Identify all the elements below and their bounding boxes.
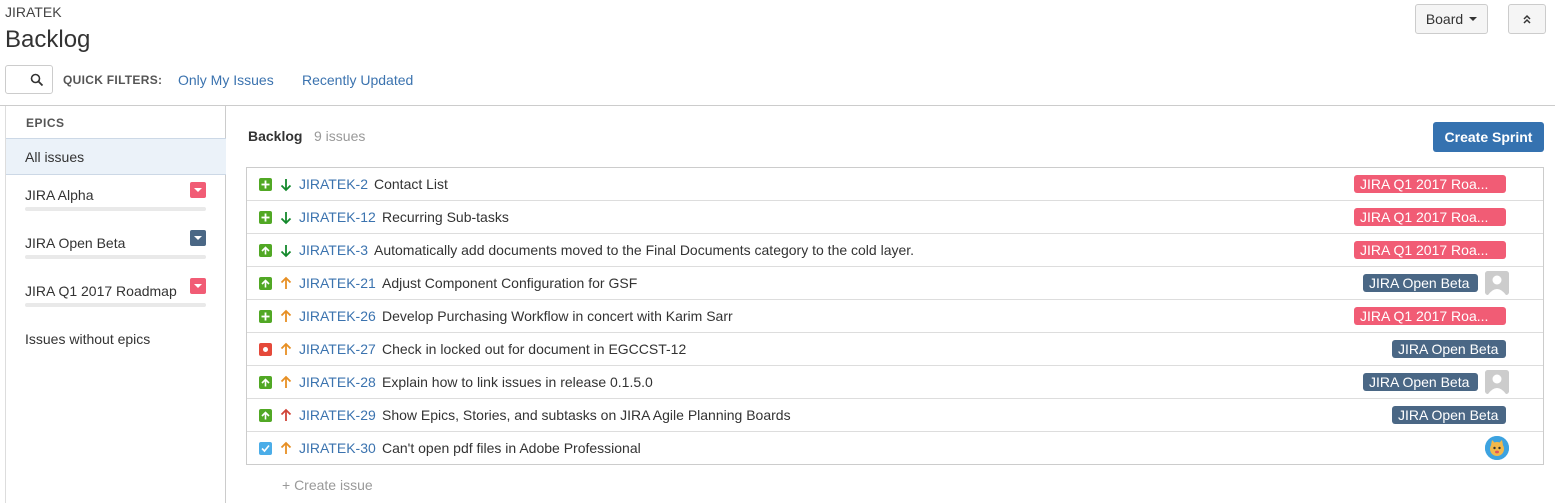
- create-issue-link[interactable]: + Create issue: [282, 477, 373, 493]
- chevron-down-icon: [194, 284, 202, 288]
- epic-expand-toggle[interactable]: [190, 230, 206, 246]
- issue-summary: Show Epics, Stories, and subtasks on JIR…: [382, 407, 791, 423]
- improvement-icon: [259, 277, 272, 290]
- epic-label: JIRA Q1 2017 Roa...: [1354, 307, 1506, 325]
- quick-filter-only-my-issues[interactable]: Only My Issues: [178, 72, 274, 88]
- epic-progress-bar: [25, 207, 206, 211]
- priority-high-icon: [280, 408, 292, 423]
- new-feature-icon: [259, 310, 272, 323]
- improvement-icon: [259, 376, 272, 389]
- search-input[interactable]: [5, 65, 53, 94]
- issue-key-link[interactable]: JIRATEK-28: [299, 374, 376, 390]
- issue-row[interactable]: JIRATEK-30 Can't open pdf files in Adobe …: [247, 432, 1543, 464]
- issue-key-link[interactable]: JIRATEK-3: [299, 242, 368, 258]
- issue-row[interactable]: JIRATEK-26 Develop Purchasing Workflow in…: [247, 300, 1543, 333]
- epic-label: JIRA Open Beta: [1363, 373, 1478, 391]
- issue-key-link[interactable]: JIRATEK-21: [299, 275, 376, 291]
- page-title: Backlog: [5, 26, 91, 53]
- backlog-issue-count: 9 issues: [314, 128, 366, 144]
- epic-label: JIRA Q1 2017 Roa...: [1354, 208, 1506, 226]
- issue-row[interactable]: JIRATEK-28 Explain how to link issues in …: [247, 366, 1543, 399]
- priority-medium-icon: [280, 309, 292, 324]
- priority-low-icon: [280, 177, 292, 192]
- issue-summary: Explain how to link issues in release 0.…: [382, 374, 653, 390]
- issue-key-link[interactable]: JIRATEK-30: [299, 440, 376, 456]
- epics-panel: EPICS All issues JIRA Alpha JIRA Open Be…: [5, 106, 226, 503]
- priority-medium-icon: [280, 375, 292, 390]
- epic-expand-toggle[interactable]: [190, 278, 206, 294]
- issue-summary: Automatically add documents moved to the…: [374, 242, 915, 258]
- new-feature-icon: [259, 211, 272, 224]
- search-icon: [30, 73, 44, 87]
- double-chevron-up-icon: [1523, 14, 1531, 24]
- issue-summary: Develop Purchasing Workflow in concert w…: [382, 308, 733, 324]
- epics-title: EPICS: [26, 116, 65, 130]
- board-button-label: Board: [1425, 11, 1464, 27]
- epic-filter-issues-without-epics[interactable]: Issues without epics: [25, 331, 150, 347]
- priority-low-icon: [280, 243, 292, 258]
- quick-filter-recently-updated[interactable]: Recently Updated: [302, 72, 413, 88]
- issue-key-link[interactable]: JIRATEK-27: [299, 341, 376, 357]
- issue-row[interactable]: JIRATEK-12 Recurring Sub-tasks JIRA Q1 201…: [247, 201, 1543, 234]
- assignee-avatar: [1485, 370, 1509, 394]
- epic-label: JIRA Open Beta: [1392, 340, 1506, 358]
- assignee-avatar: [1485, 271, 1509, 295]
- issue-summary: Check in locked out for document in EGCC…: [382, 341, 687, 357]
- epic-progress-bar: [25, 303, 206, 307]
- issue-summary: Adjust Component Configuration for GSF: [382, 275, 638, 291]
- priority-low-icon: [280, 210, 292, 225]
- issue-row[interactable]: JIRATEK-27 Check in locked out for docume…: [247, 333, 1543, 366]
- issue-row[interactable]: JIRATEK-21 Adjust Component Configuration…: [247, 267, 1543, 300]
- bug-icon: [259, 343, 272, 356]
- issue-summary: Can't open pdf files in Adobe Profession…: [382, 440, 641, 456]
- epic-label: JIRA Open Beta: [1392, 406, 1506, 424]
- epic-name: JIRA Open Beta: [25, 235, 126, 251]
- epic-label: JIRA Q1 2017 Roa...: [1354, 241, 1506, 259]
- caret-down-icon: [1469, 17, 1478, 21]
- backlog-title: Backlog: [248, 128, 303, 144]
- epic-label: JIRA Open Beta: [1363, 274, 1478, 292]
- issue-summary: Contact List: [374, 176, 448, 192]
- issue-key-link[interactable]: JIRATEK-12: [299, 209, 376, 225]
- epic-item-jira-open-beta[interactable]: JIRA Open Beta: [6, 230, 226, 279]
- epic-name: JIRA Q1 2017 Roadmap: [25, 283, 177, 299]
- epic-label: JIRA Q1 2017 Roa...: [1354, 175, 1506, 193]
- issue-row[interactable]: JIRATEK-29 Show Epics, Stories, and subta…: [247, 399, 1543, 432]
- collapse-header-button[interactable]: [1508, 4, 1546, 34]
- improvement-icon: [259, 244, 272, 257]
- board-button[interactable]: Board: [1415, 4, 1488, 34]
- task-icon: [259, 442, 272, 455]
- chevron-down-icon: [194, 188, 202, 192]
- epic-name: JIRA Alpha: [25, 187, 94, 203]
- priority-medium-icon: [280, 276, 292, 291]
- quick-filters-label: QUICK FILTERS:: [63, 73, 163, 87]
- issue-key-link[interactable]: JIRATEK-26: [299, 308, 376, 324]
- issue-list: JIRATEK-2 Contact List JIRA Q1 2017 Roa...…: [246, 167, 1544, 465]
- epic-item-jira-alpha[interactable]: JIRA Alpha: [6, 182, 226, 231]
- priority-medium-icon: [280, 342, 292, 357]
- assignee-avatar: [1485, 436, 1509, 460]
- priority-medium-icon: [280, 441, 292, 456]
- chevron-down-icon: [194, 236, 202, 240]
- epic-expand-toggle[interactable]: [190, 182, 206, 198]
- backlog-panel: Backlog 9 issues Create Sprint JIRATEK-2…: [226, 106, 1555, 503]
- project-key: JIRATEK: [5, 4, 62, 20]
- epic-filter-all-issues[interactable]: All issues: [6, 138, 226, 175]
- new-feature-icon: [259, 178, 272, 191]
- create-sprint-button[interactable]: Create Sprint: [1433, 122, 1544, 152]
- issue-key-link[interactable]: JIRATEK-2: [299, 176, 368, 192]
- issue-key-link[interactable]: JIRATEK-29: [299, 407, 376, 423]
- improvement-icon: [259, 409, 272, 422]
- epic-progress-bar: [25, 255, 206, 259]
- issue-row[interactable]: JIRATEK-2 Contact List JIRA Q1 2017 Roa...: [247, 168, 1543, 201]
- issue-row[interactable]: JIRATEK-3 Automatically add documents mov…: [247, 234, 1543, 267]
- issue-summary: Recurring Sub-tasks: [382, 209, 509, 225]
- epic-item-jira-q1-2017-roadmap[interactable]: JIRA Q1 2017 Roadmap: [6, 278, 226, 327]
